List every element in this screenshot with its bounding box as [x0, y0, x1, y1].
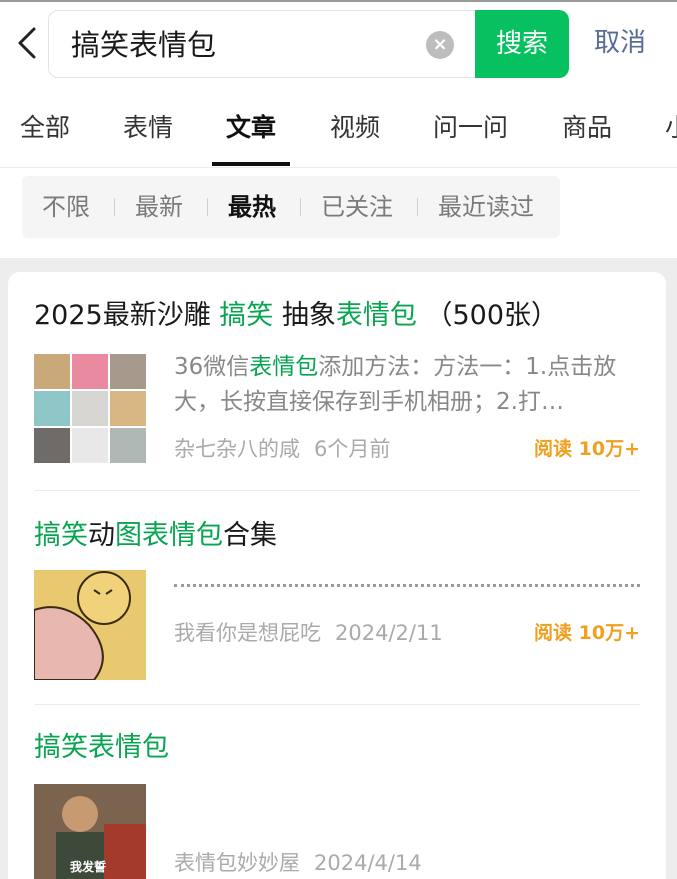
article-meta: 表情包妙妙屋 2024/4/14 [174, 848, 422, 878]
article-meta: 我看你是想屁吃 2024/2/11 [174, 618, 443, 648]
top-border [0, 0, 677, 2]
search-input[interactable]: 搞笑表情包 × 搜索 [48, 10, 569, 78]
title-highlight: 图表情包 [115, 520, 223, 551]
article-title[interactable]: 搞笑动图表情包合集 [34, 516, 640, 556]
title-text: 2025最新沙雕 [34, 300, 220, 331]
meme-thumb [72, 391, 108, 426]
filter-latest[interactable]: 最新 [135, 188, 183, 226]
article-item[interactable]: 2025最新沙雕 搞笑 抽象表情包 （500张） 36微信表情包添加方法：方法一… [34, 296, 640, 492]
title-text: 合集 [223, 520, 277, 551]
meme-thumb [72, 354, 108, 389]
back-button[interactable] [14, 26, 42, 60]
meme-thumb [110, 354, 146, 389]
divider [34, 704, 640, 705]
divider [34, 490, 640, 491]
article-author[interactable]: 表情包妙妙屋 [174, 851, 300, 875]
title-text: （500张） [416, 300, 559, 331]
article-thumbnail[interactable] [34, 354, 146, 464]
tab-all[interactable]: 全部 [20, 108, 70, 148]
filter-followed[interactable]: 已关注 [321, 188, 393, 226]
article-thumbnail[interactable] [34, 570, 146, 680]
search-query: 搞笑表情包 [71, 28, 217, 62]
meme-thumb [110, 391, 146, 426]
meme-thumb [34, 428, 70, 463]
filter-hottest[interactable]: 最热 [228, 188, 276, 226]
results-card: 2025最新沙雕 搞笑 抽象表情包 （500张） 36微信表情包添加方法：方法一… [8, 272, 666, 879]
snippet-highlight: 表情包 [249, 354, 319, 380]
tab-stickers[interactable]: 表情 [123, 108, 173, 148]
title-highlight: 表情包 [335, 300, 417, 331]
article-time: 2024/2/11 [335, 621, 443, 645]
meme-thumb [72, 428, 108, 463]
tab-videos[interactable]: 视频 [330, 108, 380, 148]
clear-icon[interactable]: × [426, 31, 454, 59]
title-highlight: 搞笑表情包 [34, 732, 169, 763]
read-count: 阅读 10万+ [534, 622, 640, 644]
article-time: 2024/4/14 [314, 851, 422, 875]
article-meta: 杂七杂八的咸 6个月前 [174, 434, 390, 464]
article-time: 6个月前 [314, 437, 391, 461]
article-item[interactable]: 搞笑动图表情包合集 我看你是想屁吃 2024/2/11 阅读 10万+ [34, 516, 640, 684]
filter-recently-read[interactable]: 最近读过 [438, 188, 534, 226]
tab-products[interactable]: 商品 [562, 108, 612, 148]
snippet-placeholder [174, 584, 640, 588]
filter-any[interactable]: 不限 [42, 188, 90, 226]
thumbnail-caption: 我发誓 [70, 860, 107, 874]
meme-thumb [34, 391, 70, 426]
sort-filter-bar: 不限 最新 最热 已关注 最近读过 [22, 176, 560, 238]
cartoon-image [34, 570, 146, 680]
filter-separator [417, 198, 418, 216]
filter-separator [300, 198, 301, 216]
tab-mini[interactable]: 小 [665, 108, 677, 148]
article-thumbnail[interactable]: 我发誓 [34, 784, 146, 879]
title-text: 抽象 [273, 300, 336, 331]
filter-separator [207, 198, 208, 216]
tab-ask[interactable]: 问一问 [433, 108, 508, 148]
meme-thumb [34, 354, 70, 389]
article-author[interactable]: 我看你是想屁吃 [174, 621, 321, 645]
chevron-left-icon [18, 27, 36, 59]
article-item[interactable]: 搞笑表情包 我发誓 表情包妙妙屋 2024/4/14 [34, 728, 640, 879]
meme-thumb [110, 428, 146, 463]
article-title[interactable]: 2025最新沙雕 搞笑 抽象表情包 （500张） [34, 296, 640, 336]
title-highlight: 搞笑 [219, 300, 274, 331]
category-tabs: 全部 表情 文章 视频 问一问 商品 小 [0, 100, 677, 168]
tab-articles[interactable]: 文章 [226, 108, 276, 148]
title-text: 动 [88, 520, 115, 551]
active-tab-indicator [212, 162, 290, 166]
article-snippet: 36微信表情包添加方法：方法一：1.点击放大，长按直接保存到手机相册；2.打… [174, 350, 640, 420]
article-title[interactable]: 搞笑表情包 [34, 728, 640, 768]
read-count: 阅读 10万+ [534, 438, 640, 460]
filter-separator [114, 198, 115, 216]
article-author[interactable]: 杂七杂八的咸 [174, 437, 300, 461]
search-button[interactable]: 搜索 [475, 10, 569, 78]
title-highlight: 搞笑 [34, 520, 88, 551]
snippet-text: 36微信 [174, 354, 250, 380]
cancel-button[interactable]: 取消 [594, 26, 646, 60]
search-bar: 搞笑表情包 × 搜索 取消 [0, 6, 677, 80]
